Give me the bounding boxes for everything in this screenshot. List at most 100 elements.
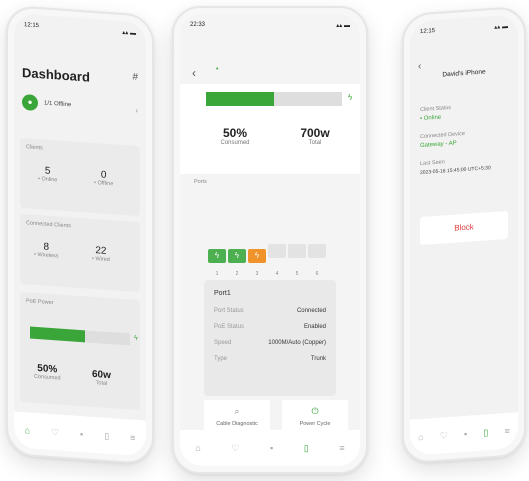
phone-client-detail: 12:15 ▴▴ ▬ ‹ David's iPhone Client Statu… <box>402 5 526 465</box>
device-status: 1/1 Offline <box>44 100 72 109</box>
page-header: Dashboard # <box>22 64 138 90</box>
back-button[interactable]: ‹ <box>418 61 421 72</box>
power-progress-bar <box>206 92 342 106</box>
wired-label: • Wired <box>92 255 110 264</box>
connected-clients-card[interactable]: Connected Clients 8 • Wireless 22 • Wire… <box>20 213 140 293</box>
home-tab-icon[interactable]: ⌂ <box>195 443 200 453</box>
phone-dashboard: 12:15 ▴▴ ▬ Dashboard # ● 1/1 Offline › C… <box>6 4 154 466</box>
bolt-icon: ϟ <box>134 334 138 343</box>
signal-icon: ▴▴ ▬ <box>494 23 508 31</box>
power-cycle-label: Power Cycle <box>299 421 331 427</box>
poe-progress-fill <box>30 326 85 343</box>
device-tab-icon[interactable]: ▯ <box>483 427 488 438</box>
power-consumed-label: Consumed <box>220 140 250 146</box>
signal-icon: ▴▴ ▬ <box>336 23 350 29</box>
power-card: ϟ 50% Consumed 700w Total <box>180 84 360 174</box>
tab-bar: ⌂ ♡ ▪ ▯ ≡ <box>180 430 360 466</box>
port-number: 6 <box>315 271 319 277</box>
port-tile[interactable]: ϟ <box>228 249 246 263</box>
home-tab-icon[interactable]: ⌂ <box>25 425 30 435</box>
status-dot-icon: • <box>216 66 219 73</box>
tab-bar: ⌂ ♡ ▪ ▯ ≡ <box>14 411 146 457</box>
port-number: 2 <box>235 271 239 277</box>
poe-consumed-label: Consumed <box>34 373 61 382</box>
device-icon: ● <box>22 93 38 112</box>
device-tab-icon[interactable]: ▯ <box>104 430 109 441</box>
bolt-icon: ϟ <box>348 93 353 102</box>
port-tile[interactable]: ϟ <box>208 249 226 263</box>
detail-value: Enabled <box>303 324 326 330</box>
poe-header: PoE Power <box>26 298 54 307</box>
shield-tab-icon[interactable]: ♡ <box>231 443 239 454</box>
detail-value: Connected <box>296 308 326 314</box>
settings-icon[interactable]: # <box>132 72 138 83</box>
port-number: 4 <box>275 271 279 277</box>
status-time: 12:15 <box>24 22 40 30</box>
menu-tab-icon[interactable]: ≡ <box>339 443 344 453</box>
ports-header: Ports <box>194 179 207 185</box>
home-tab-icon[interactable]: ⌂ <box>418 432 423 442</box>
port-number: 3 <box>255 271 259 277</box>
network-tab-icon[interactable]: ▪ <box>464 429 467 439</box>
menu-tab-icon[interactable]: ≡ <box>505 426 510 436</box>
network-tab-icon[interactable]: ▪ <box>80 429 83 439</box>
detail-key: Speed <box>214 340 232 346</box>
shield-tab-icon[interactable]: ♡ <box>440 430 448 442</box>
online-label: • Online <box>38 176 58 184</box>
wireless-label: • Wireless <box>34 251 59 260</box>
menu-tab-icon[interactable]: ≡ <box>130 433 135 443</box>
detail-row: Type Trunk <box>214 351 326 367</box>
client-info: Client Status • Online Connected Device … <box>420 101 512 176</box>
offline-label: • Offline <box>94 179 114 188</box>
power-icon: ⏻ <box>311 406 319 416</box>
tab-bar: ⌂ ♡ ▪ ▯ ≡ <box>410 412 518 456</box>
status-time: 22:33 <box>190 22 206 28</box>
detail-row: Port Status Connected <box>214 303 326 319</box>
port-tile[interactable]: ϟ <box>248 249 266 263</box>
back-button[interactable]: ‹ <box>192 66 196 80</box>
clients-header: Clients <box>26 144 43 152</box>
status-bar: 22:33 ▴▴ ▬ <box>190 22 350 29</box>
detail-key: Port Status <box>214 308 244 314</box>
detail-value: Trunk <box>310 356 326 362</box>
ports-row: ϟϟϟ <box>208 244 328 263</box>
device-status-row[interactable]: ● 1/1 Offline › <box>22 93 138 118</box>
detail-key: Type <box>214 356 228 362</box>
detail-row: PoE Status Enabled <box>214 319 326 335</box>
client-title: David's iPhone <box>442 68 486 79</box>
poe-total: 60w <box>92 368 111 382</box>
dashboard-screen: 12:15 ▴▴ ▬ Dashboard # ● 1/1 Offline › C… <box>14 13 146 457</box>
power-total: 700w <box>300 126 330 140</box>
search-icon: ⌕ <box>234 406 240 416</box>
port-tile[interactable] <box>268 244 286 258</box>
port-tile[interactable] <box>308 244 326 258</box>
detail-row: Speed 1000M/Auto (Copper) <box>214 335 326 351</box>
page-title: Dashboard <box>22 64 90 85</box>
chevron-right-icon: › <box>135 105 138 115</box>
port-tile[interactable] <box>288 244 306 258</box>
power-progress-fill <box>206 92 274 106</box>
connected-header: Connected Clients <box>26 220 71 230</box>
port-detail-title: Port1 <box>214 290 231 297</box>
port-detail-card: Port1 Port Status Connected PoE Status Ena… <box>204 280 336 396</box>
status-time: 12:15 <box>420 28 436 36</box>
phone-switch-detail: 22:33 ▴▴ ▬ ‹ • ϟ 50% Consumed 700w Total… <box>172 6 368 474</box>
block-button[interactable]: Block <box>420 210 508 246</box>
poe-card[interactable]: PoE Power ϟ 50% Consumed 60w Total <box>20 291 140 411</box>
status-bar: 12:15 ▴▴ ▬ <box>420 23 508 36</box>
switch-screen: 22:33 ▴▴ ▬ ‹ • ϟ 50% Consumed 700w Total… <box>180 14 360 466</box>
network-tab-icon[interactable]: ▪ <box>270 443 273 453</box>
status-bar: 12:15 ▴▴ ▬ <box>24 22 136 37</box>
detail-key: PoE Status <box>214 324 245 330</box>
shield-tab-icon[interactable]: ♡ <box>51 426 59 438</box>
power-consumed: 50% <box>222 126 248 140</box>
port-number: 5 <box>295 271 299 277</box>
clients-card[interactable]: Clients 5 • Online 0 • Offline <box>20 137 140 217</box>
signal-icon: ▴▴ ▬ <box>122 29 136 37</box>
cable-diagnostic-label: Cable Diagnostic <box>216 421 258 427</box>
detail-value: 1000M/Auto (Copper) <box>268 340 326 346</box>
poe-progress-bar <box>30 326 130 346</box>
power-total-label: Total <box>308 140 322 146</box>
device-tab-icon[interactable]: ▯ <box>304 443 309 454</box>
port-number: 1 <box>215 271 219 277</box>
